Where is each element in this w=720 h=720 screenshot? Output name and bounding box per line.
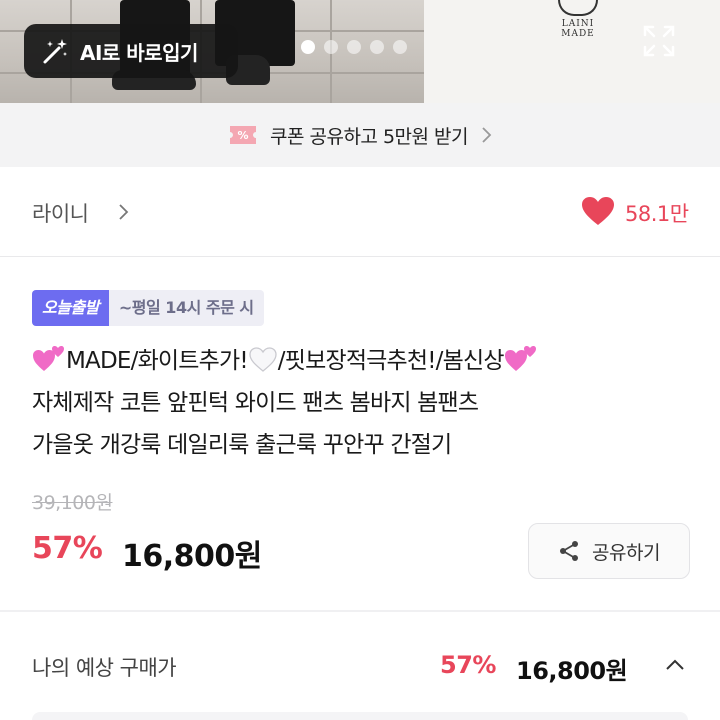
sale-price: 16,800원 — [122, 539, 262, 574]
shop-row: 라이니 58.1만 — [0, 167, 720, 257]
white-heart-icon — [249, 347, 277, 372]
like-count: 58.1만 — [625, 202, 689, 226]
brand-logo: LAINI MADE — [548, 0, 608, 39]
carousel-dot[interactable] — [393, 40, 407, 54]
original-price: 39,100원 — [32, 492, 113, 514]
shipping-condition: ~평일 14시 주문 시 — [108, 290, 264, 326]
title-line: 가을옷 개강룩 데일리룩 출근룩 꾸안꾸 간절기 — [32, 432, 452, 458]
shipping-badge: 오늘출발 ~평일 14시 주문 시 — [32, 290, 264, 326]
chevron-right-icon[interactable] — [117, 203, 129, 221]
price-detail-panel — [32, 712, 688, 720]
section-divider — [0, 610, 720, 612]
share-button[interactable]: 공유하기 — [528, 523, 690, 579]
share-label: 공유하기 — [592, 541, 660, 564]
two-hearts-icon — [33, 346, 64, 371]
product-image-carousel[interactable]: AI로 바로입기 LAINI MADE — [0, 0, 720, 103]
estimated-price-label: 나의 예상 구매가 — [32, 656, 177, 680]
estimated-discount: 57% — [440, 651, 496, 679]
heart-icon[interactable] — [580, 195, 616, 227]
product-title: MADE/화이트추가! /핏보장적극추천!/봄신상 자체제작 코튼 앞핀턱 와이… — [32, 340, 692, 466]
discount-rate: 57% — [32, 531, 103, 566]
magic-wand-icon — [43, 39, 67, 64]
coupon-share-banner[interactable]: % 쿠폰 공유하고 5만원 받기 — [0, 103, 720, 167]
share-icon — [560, 541, 579, 561]
two-hearts-icon — [504, 346, 536, 371]
carousel-dot[interactable] — [347, 40, 361, 54]
estimated-price: 16,800원 — [516, 657, 628, 685]
coupon-icon: % — [229, 126, 256, 144]
carousel-dot[interactable] — [301, 40, 315, 54]
svg-text:%: % — [237, 129, 248, 142]
title-text-part: /핏보장적극추천!/봄신상 — [277, 348, 505, 374]
carousel-dot[interactable] — [324, 40, 338, 54]
carousel-indicator — [301, 40, 407, 54]
ai-try-on-label: AI로 바로입기 — [80, 40, 198, 65]
ai-try-on-button[interactable]: AI로 바로입기 — [24, 24, 238, 78]
today-shipping-badge: 오늘출발 — [32, 290, 109, 326]
fullscreen-expand-icon[interactable] — [642, 24, 676, 58]
chevron-right-icon — [482, 127, 492, 143]
coupon-text: 쿠폰 공유하고 5만원 받기 — [269, 125, 469, 148]
carousel-dot[interactable] — [370, 40, 384, 54]
title-text-part: MADE/화이트추가! — [66, 348, 249, 374]
shop-name-link[interactable]: 라이니 — [32, 198, 89, 228]
title-line: 자체제작 코튼 앞핀턱 와이드 팬츠 봄바지 봄팬츠 — [32, 390, 479, 416]
chevron-up-icon[interactable] — [664, 658, 686, 672]
